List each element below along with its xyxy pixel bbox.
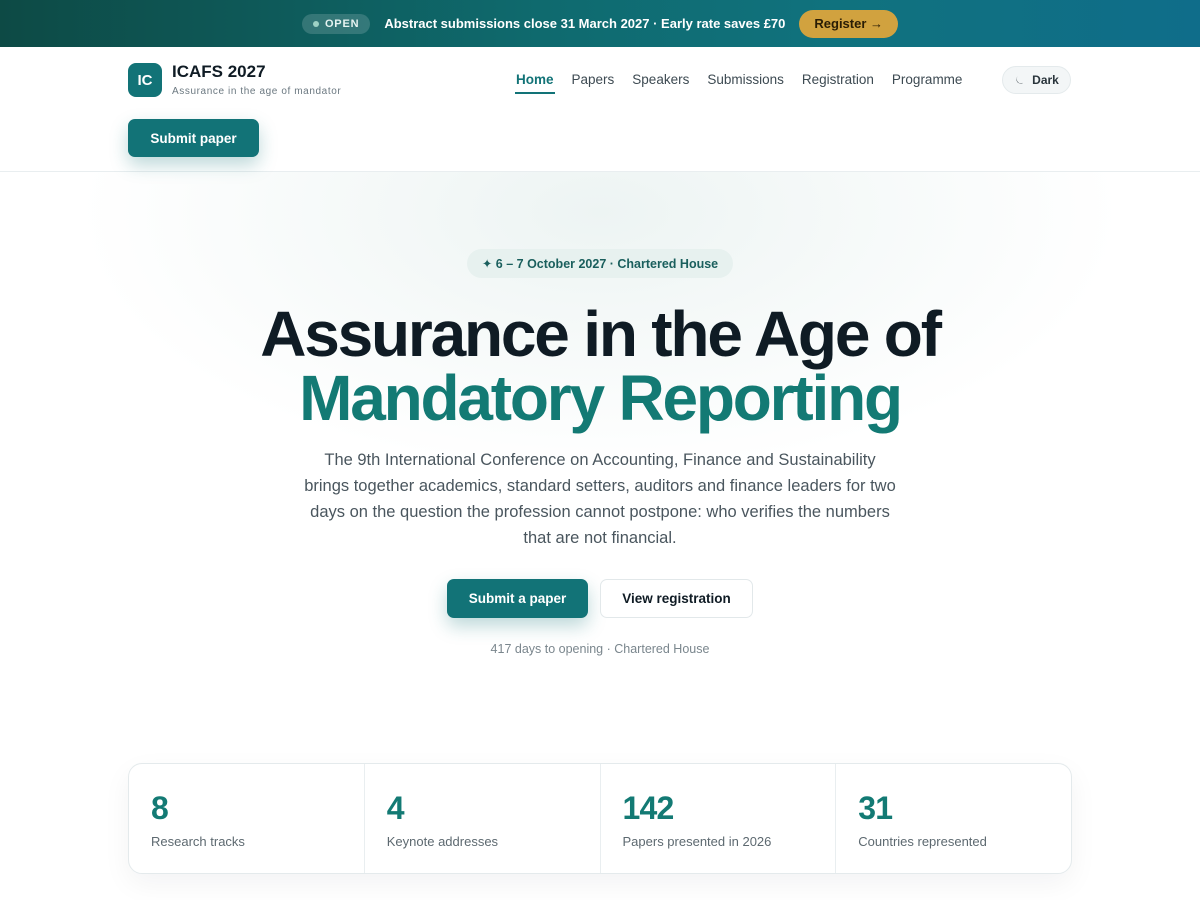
theme-toggle-label: Dark	[1032, 73, 1059, 87]
stats-panel: 8 Research tracks 4 Keynote addresses 14…	[128, 763, 1072, 874]
announcement-text: Abstract submissions close 31 March 2027…	[384, 16, 786, 31]
register-button[interactable]: Register →	[799, 9, 899, 38]
nav-item-programme[interactable]: Programme	[892, 72, 963, 94]
status-dot-icon	[312, 20, 319, 27]
hero-title-line2: Mandatory Reporting	[299, 362, 903, 434]
hero-description: The 9th International Conference on Acco…	[304, 451, 896, 547]
stat-value: 8	[151, 790, 169, 826]
countdown-text: 417 days to opening · Chartered House	[490, 642, 710, 656]
stat-papers-presented: 142 Papers presented in 2026	[601, 764, 837, 873]
stat-value: 142	[622, 790, 675, 826]
theme-toggle[interactable]: Dark	[1002, 66, 1071, 94]
stat-value: 31	[858, 790, 893, 826]
open-badge-label: OPEN	[324, 17, 360, 30]
stat-label: Keynote addresses	[386, 834, 499, 849]
nav-item-registration[interactable]: Registration	[802, 72, 874, 94]
announcement-bar: OPEN Abstract submissions close 31 March…	[0, 0, 1200, 47]
hero-title-line1: Assurance in the Age of	[260, 298, 942, 370]
stat-research-tracks: 8 Research tracks	[129, 764, 365, 873]
stat-keynote-addresses: 4 Keynote addresses	[365, 764, 601, 873]
stat-countries-represented: 31 Countries represented	[836, 764, 1071, 873]
nav-item-papers[interactable]: Papers	[572, 72, 615, 94]
stat-label: Papers presented in 2026	[622, 834, 772, 849]
event-date-pill: ✦ 6 – 7 October 2027 · Chartered House	[467, 249, 733, 278]
nav-item-home[interactable]: Home	[515, 72, 555, 94]
site-header: IC ICAFS 2027 Assurance in the age of ma…	[0, 47, 1200, 172]
submit-paper-button[interactable]: Submit paper	[128, 119, 259, 157]
logo[interactable]: IC	[128, 63, 162, 97]
stat-label: Research tracks	[151, 834, 245, 849]
submit-a-paper-button[interactable]: Submit a paper	[447, 579, 588, 618]
main-nav: Home Papers Speakers Submissions Registr…	[515, 72, 980, 94]
stat-label: Countries represented	[858, 834, 987, 849]
moon-icon	[1016, 75, 1024, 84]
brand-tagline: Assurance in the age of mandator	[172, 86, 342, 97]
nav-item-speakers[interactable]: Speakers	[632, 72, 689, 94]
brand-name[interactable]: ICAFS 2027	[172, 62, 266, 82]
view-registration-button[interactable]: View registration	[600, 579, 753, 618]
stat-value: 4	[386, 790, 405, 826]
open-badge: OPEN	[301, 13, 371, 34]
nav-item-submissions[interactable]: Submissions	[707, 72, 784, 94]
